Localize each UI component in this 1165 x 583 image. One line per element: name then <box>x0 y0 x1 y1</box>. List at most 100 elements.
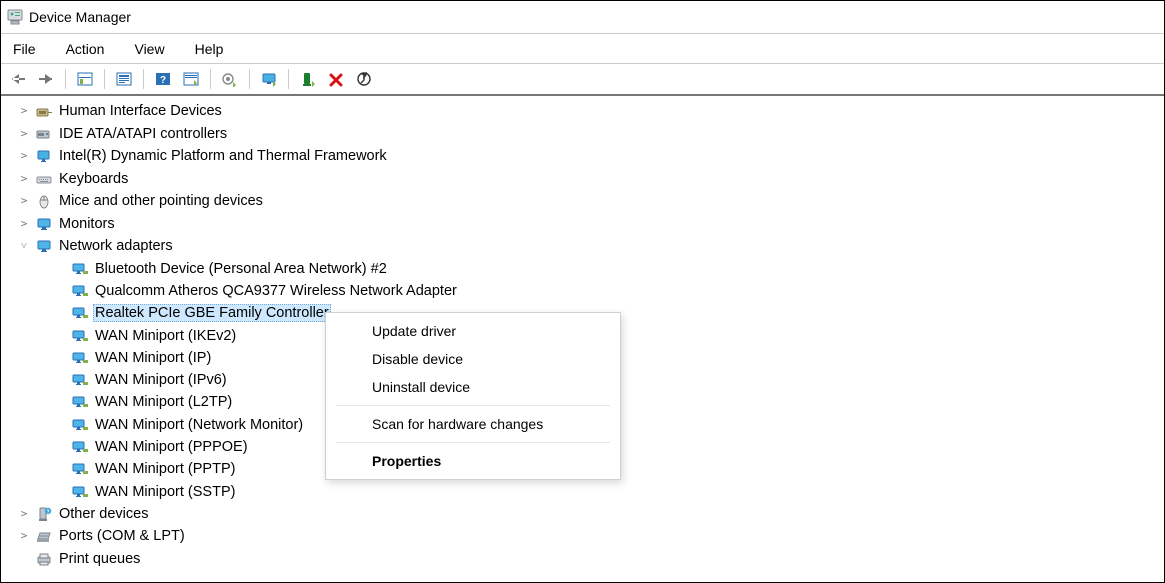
network-adapter-icon <box>71 327 89 345</box>
titlebar: Device Manager <box>1 1 1164 34</box>
tree-category-label[interactable]: Ports (COM & LPT) <box>57 525 187 548</box>
show-hide-console-tree-button[interactable] <box>72 68 98 90</box>
context-menu-uninstall-device[interactable]: Uninstall device <box>326 373 620 401</box>
forward-button[interactable] <box>33 68 59 90</box>
ports-icon <box>35 528 53 546</box>
tree-category-monitors[interactable]: > Monitors <box>17 213 1164 236</box>
network-adapter-icon <box>71 416 89 434</box>
network-adapter-icon <box>71 349 89 367</box>
tree-item-label[interactable]: WAN Miniport (PPTP) <box>93 461 237 477</box>
toolbar-separator <box>288 69 289 89</box>
tree-category-mice[interactable]: > Mice and other pointing devices <box>17 190 1164 213</box>
tree-category-other[interactable]: >? Other devices <box>17 503 1164 526</box>
context-menu-disable-device[interactable]: Disable device <box>326 345 620 373</box>
tree-item-label[interactable]: WAN Miniport (IP) <box>93 350 213 366</box>
tree-category-label[interactable]: Print queues <box>57 548 142 571</box>
svg-text:?: ? <box>46 509 49 515</box>
tree-category-printq[interactable]: Print queues <box>17 548 1164 571</box>
menu-file[interactable]: File <box>7 39 42 59</box>
toolbar-separator <box>65 69 66 89</box>
network-adapter-icon <box>71 371 89 389</box>
context-menu-separator <box>336 405 610 406</box>
ide-icon <box>35 125 53 143</box>
update-driver-button[interactable] <box>217 68 243 90</box>
context-menu-separator <box>336 442 610 443</box>
toolbar-separator <box>143 69 144 89</box>
window-title: Device Manager <box>29 9 131 25</box>
network-adapter-icon <box>71 393 89 411</box>
tree-item-network-adapter[interactable]: WAN Miniport (SSTP) <box>45 480 1164 502</box>
context-menu-scan-hardware[interactable]: Scan for hardware changes <box>326 410 620 438</box>
back-button[interactable] <box>5 68 31 90</box>
tree-category-label[interactable]: Intel(R) Dynamic Platform and Thermal Fr… <box>57 145 389 168</box>
network-adapter-icon <box>71 438 89 456</box>
uninstall-device-button[interactable] <box>323 68 349 90</box>
svg-text:?: ? <box>160 75 166 86</box>
monitors-icon <box>35 215 53 233</box>
other-icon: ? <box>35 505 53 523</box>
chevron-right-icon[interactable]: > <box>17 123 31 146</box>
printq-icon <box>35 550 53 568</box>
action-button[interactable] <box>178 68 204 90</box>
tree-category-ide[interactable]: > IDE ATA/ATAPI controllers <box>17 123 1164 146</box>
enable-device-button[interactable] <box>295 68 321 90</box>
tree-item-label[interactable]: WAN Miniport (L2TP) <box>93 394 234 410</box>
network-adapter-icon <box>71 260 89 278</box>
context-menu-update-driver[interactable]: Update driver <box>326 317 620 345</box>
chevron-right-icon[interactable]: > <box>17 145 31 168</box>
toolbar-separator <box>249 69 250 89</box>
tree-category-label[interactable]: Monitors <box>57 213 117 236</box>
tree-item-network-adapter[interactable]: Bluetooth Device (Personal Area Network)… <box>45 258 1164 280</box>
toolbar-separator <box>210 69 211 89</box>
menu-view[interactable]: View <box>128 39 170 59</box>
tree-category-intel[interactable]: > Intel(R) Dynamic Platform and Thermal F… <box>17 145 1164 168</box>
chevron-right-icon[interactable]: > <box>17 525 31 548</box>
chevron-right-icon[interactable]: > <box>17 168 31 191</box>
menu-help[interactable]: Help <box>189 39 230 59</box>
chevron-right-icon[interactable]: > <box>17 100 31 123</box>
tree-category-label[interactable]: Network adapters <box>57 235 175 258</box>
toolbar: ? <box>1 64 1164 96</box>
tree-category-keyboards[interactable]: > Keyboards <box>17 168 1164 191</box>
context-menu-properties[interactable]: Properties <box>326 447 620 475</box>
chevron-right-icon[interactable]: > <box>17 213 31 236</box>
network-adapter-icon <box>71 282 89 300</box>
tree-category-label[interactable]: IDE ATA/ATAPI controllers <box>57 123 229 146</box>
tree-item-network-adapter[interactable]: Qualcomm Atheros QCA9377 Wireless Networ… <box>45 280 1164 302</box>
tree-category-label[interactable]: Mice and other pointing devices <box>57 190 265 213</box>
intel-icon <box>35 147 53 165</box>
tree-category-label[interactable]: Keyboards <box>57 168 130 191</box>
disable-device-button[interactable] <box>351 68 377 90</box>
tree-item-label[interactable]: Bluetooth Device (Personal Area Network)… <box>93 261 389 277</box>
chevron-down-icon[interactable]: ˅ <box>17 235 31 258</box>
tree-item-label[interactable]: WAN Miniport (IKEv2) <box>93 328 238 344</box>
network-adapter-icon <box>71 460 89 478</box>
context-menu: Update driver Disable device Uninstall d… <box>325 312 621 480</box>
keyboards-icon <box>35 170 53 188</box>
menu-action[interactable]: Action <box>60 39 111 59</box>
tree-item-label[interactable]: WAN Miniport (SSTP) <box>93 484 237 500</box>
tree-item-label[interactable]: WAN Miniport (IPv6) <box>93 372 229 388</box>
chevron-right-icon[interactable]: > <box>17 503 31 526</box>
hid-icon <box>35 102 53 120</box>
menubar: File Action View Help <box>1 34 1164 64</box>
scan-hardware-button[interactable] <box>256 68 282 90</box>
app-icon <box>7 9 23 25</box>
tree-category-hid[interactable]: > Human Interface Devices <box>17 100 1164 123</box>
device-tree[interactable]: > Human Interface Devices > IDE ATA/ATAPI c… <box>1 96 1164 582</box>
network-adapter-icon <box>71 304 89 322</box>
mice-icon <box>35 192 53 210</box>
chevron-right-icon[interactable]: > <box>17 190 31 213</box>
tree-category-network[interactable]: ˅ Network adapters <box>17 235 1164 258</box>
properties-button[interactable] <box>111 68 137 90</box>
tree-category-ports[interactable]: > Ports (COM & LPT) <box>17 525 1164 548</box>
tree-item-label[interactable]: WAN Miniport (Network Monitor) <box>93 417 305 433</box>
tree-category-label[interactable]: Human Interface Devices <box>57 100 224 123</box>
help-button[interactable]: ? <box>150 68 176 90</box>
network-icon <box>35 237 53 255</box>
toolbar-separator <box>104 69 105 89</box>
tree-item-label[interactable]: Qualcomm Atheros QCA9377 Wireless Networ… <box>93 283 459 299</box>
tree-item-label[interactable]: Realtek PCIe GBE Family Controller <box>93 304 331 322</box>
tree-category-label[interactable]: Other devices <box>57 503 150 526</box>
tree-item-label[interactable]: WAN Miniport (PPPOE) <box>93 439 250 455</box>
